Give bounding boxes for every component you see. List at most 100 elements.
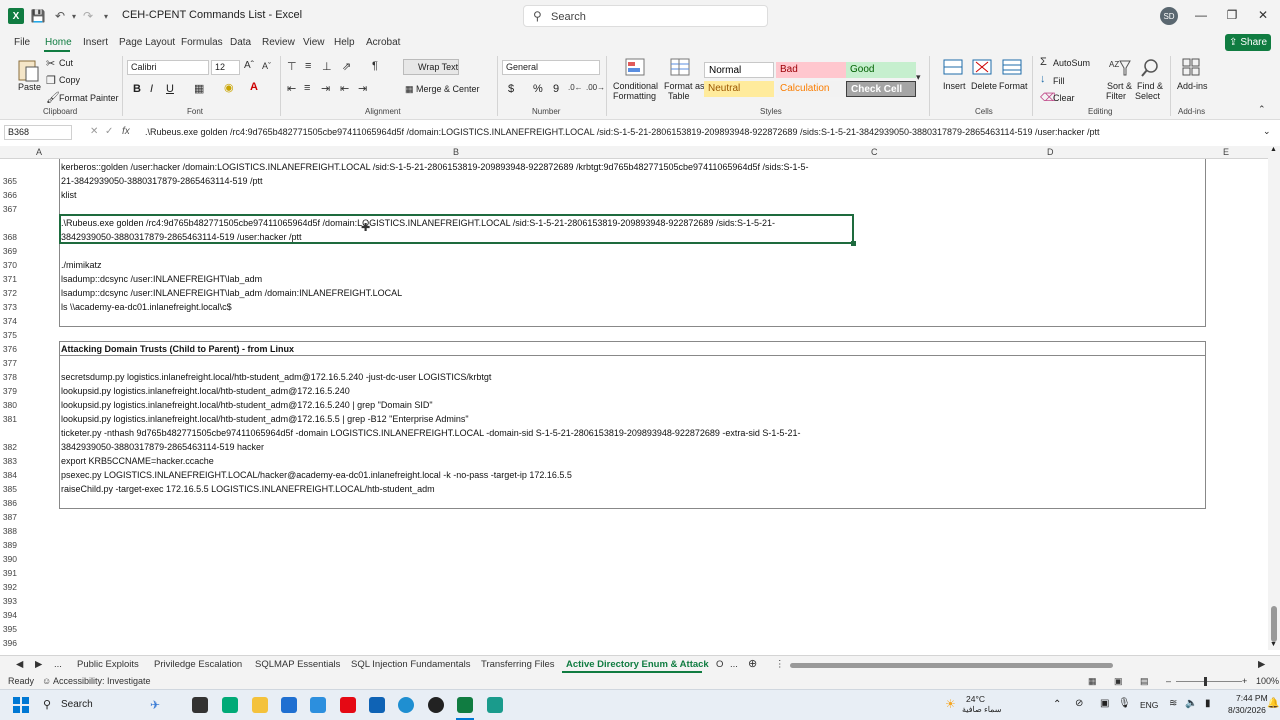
zoom-in-icon[interactable]: + — [1242, 676, 1247, 686]
sort-filter-icon[interactable]: AZ — [1108, 57, 1132, 79]
row-header-380[interactable]: 380 — [0, 400, 17, 410]
next-sheet-icon[interactable]: ▶ — [35, 659, 42, 670]
delete-cells-button[interactable]: Delete — [971, 81, 997, 91]
sheet-tab-sql-injection[interactable]: SQL Injection Fundamentals — [351, 659, 471, 670]
selected-cell-b368[interactable] — [59, 214, 854, 244]
tray-notification-icon[interactable]: ⊘ — [1075, 698, 1083, 709]
cell-style-normal[interactable]: Normal — [704, 62, 774, 78]
vertical-scrollbar[interactable]: ▲ ▼ — [1268, 146, 1280, 650]
cell-b379[interactable]: lookupsid.py logistics.inlanefreight.loc… — [61, 384, 350, 398]
cell-style-calculation[interactable]: Calculation — [776, 81, 846, 97]
find-select-sub[interactable]: Select — [1135, 91, 1160, 101]
decrease-font-icon[interactable]: Aˇ — [262, 61, 271, 71]
task-view-icon[interactable] — [192, 697, 208, 713]
cell-b366[interactable]: klist — [61, 188, 77, 202]
cell-b365[interactable]: kerberos::golden /user:hacker /domain:LO… — [61, 160, 808, 174]
tab-formulas[interactable]: Formulas — [181, 37, 223, 48]
merge-center-button[interactable]: ▦ Merge & Center — [405, 84, 480, 95]
row-header-374[interactable]: 374 — [0, 316, 17, 326]
scroll-down-icon[interactable]: ▼ — [1270, 641, 1277, 648]
language-indicator[interactable]: ENG — [1140, 700, 1158, 710]
font-size-select[interactable]: 12 — [211, 60, 240, 75]
more-sheets-left[interactable]: ... — [54, 659, 62, 670]
taskbar-search[interactable]: Search — [61, 699, 93, 710]
decrease-indent-icon[interactable]: ⇤ — [340, 82, 349, 95]
accessibility-icon[interactable]: ☺ — [42, 676, 51, 686]
cell-b385[interactable]: raiseChild.py -target-exec 172.16.5.5 LO… — [61, 482, 435, 496]
expand-formula-icon[interactable]: ⌄ — [1263, 126, 1271, 137]
cell-b380[interactable]: lookupsid.py logistics.inlanefreight.loc… — [61, 398, 433, 412]
tray-chevron-icon[interactable]: ⌃ — [1053, 699, 1061, 710]
zoom-out-icon[interactable]: – — [1166, 676, 1171, 686]
orientation-icon[interactable]: ⇗ — [342, 60, 351, 73]
volume-icon[interactable]: 🔈 — [1185, 698, 1197, 709]
normal-view-icon[interactable]: ▦ — [1088, 676, 1097, 687]
format-as-table-sub[interactable]: Table — [668, 91, 690, 101]
row-header-382[interactable]: 382 — [0, 442, 17, 452]
find-select-button[interactable]: Find & — [1137, 81, 1163, 91]
chrome-icon[interactable] — [428, 697, 444, 713]
row-header-365[interactable]: 365 — [0, 176, 17, 186]
battery-icon[interactable]: ▮ — [1205, 698, 1211, 709]
cell-b373[interactable]: ls \\academy-ea-dc01.inlanefreight.local… — [61, 300, 232, 314]
row-header-381[interactable]: 381 — [0, 414, 17, 424]
paste-icon[interactable] — [16, 58, 40, 82]
column-header-b[interactable]: B — [453, 147, 459, 157]
sheet-tab-active-directory[interactable]: Active Directory Enum & Attack — [566, 659, 709, 670]
column-header-c[interactable]: C — [871, 147, 878, 157]
fill-button[interactable]: Fill — [1053, 76, 1065, 86]
wifi-icon[interactable]: ≋ — [1169, 698, 1177, 709]
customize-toolbar-icon[interactable]: ▾ — [98, 8, 114, 24]
taskbar-search-icon[interactable]: ⚲ — [43, 698, 51, 711]
collapse-ribbon-icon[interactable]: ⌃ — [1258, 104, 1266, 115]
share-button[interactable]: ⇪ Share — [1225, 34, 1271, 51]
sheet-tab-o[interactable]: O — [716, 659, 723, 670]
borders-icon[interactable]: ▦ — [194, 82, 204, 95]
clear-button[interactable]: Clear — [1053, 93, 1075, 103]
zoom-slider-thumb[interactable] — [1204, 677, 1207, 686]
sheet-tab-sqlmap[interactable]: SQLMAP Essentials — [255, 659, 340, 670]
horizontal-scroll-thumb[interactable] — [790, 663, 1113, 668]
confirm-edit-icon[interactable]: ✓ — [105, 126, 113, 137]
row-header-388[interactable]: 388 — [0, 526, 17, 536]
currency-button[interactable]: $ — [508, 83, 514, 95]
widgets-app-icon[interactable] — [222, 697, 238, 713]
file-explorer-icon[interactable] — [252, 697, 268, 713]
increase-decimal-icon[interactable]: .0← — [568, 83, 583, 92]
tab-view[interactable]: View — [303, 37, 325, 48]
cell-b370[interactable]: ./mimikatz — [61, 258, 102, 272]
font-name-select[interactable]: Calibri — [127, 60, 209, 75]
conditional-formatting-icon[interactable] — [624, 57, 648, 79]
restore-icon[interactable]: ❐ — [1225, 8, 1239, 22]
scroll-up-icon[interactable]: ▲ — [1270, 146, 1277, 153]
sheet-tab-transferring-files[interactable]: Transferring Files — [481, 659, 555, 670]
zoom-slider[interactable] — [1176, 681, 1242, 682]
netflix-icon[interactable] — [340, 697, 356, 713]
middle-align-icon[interactable]: ≡ — [305, 60, 311, 72]
row-header-385[interactable]: 385 — [0, 484, 17, 494]
cell-b378[interactable]: secretsdump.py logistics.inlanefreight.l… — [61, 370, 491, 384]
row-header-386[interactable]: 386 — [0, 498, 17, 508]
row-header-369[interactable]: 369 — [0, 246, 17, 256]
align-left-icon[interactable]: ⇤ — [287, 82, 296, 95]
row-header-366[interactable]: 366 — [0, 190, 17, 200]
add-ins-icon[interactable] — [1180, 57, 1204, 79]
row-header-379[interactable]: 379 — [0, 386, 17, 396]
cell-b376-heading[interactable]: Attacking Domain Trusts (Child to Parent… — [61, 342, 294, 356]
cell-b371[interactable]: lsadump::dcsync /user:INLANEFREIGHT\lab_… — [61, 272, 262, 286]
font-color-icon[interactable]: A — [250, 81, 258, 93]
sort-filter-button[interactable]: Sort & — [1107, 81, 1132, 91]
copy-icon[interactable]: ❐ — [46, 74, 56, 87]
row-header-368[interactable]: 368 — [0, 232, 17, 242]
row-header-377[interactable]: 377 — [0, 358, 17, 368]
tab-insert[interactable]: Insert — [83, 37, 108, 48]
delete-cells-icon[interactable] — [971, 57, 995, 79]
close-icon[interactable]: ✕ — [1256, 8, 1270, 22]
format-painter-button[interactable]: Format Painter — [59, 93, 119, 103]
cancel-edit-icon[interactable]: ✕ — [90, 126, 98, 137]
autosum-icon[interactable]: Σ — [1040, 56, 1047, 68]
outlook-icon[interactable] — [369, 697, 385, 713]
tab-acrobat[interactable]: Acrobat — [366, 37, 400, 48]
wrap-text-button[interactable]: Wrap Text — [403, 59, 459, 75]
browser-icon[interactable] — [398, 697, 414, 713]
